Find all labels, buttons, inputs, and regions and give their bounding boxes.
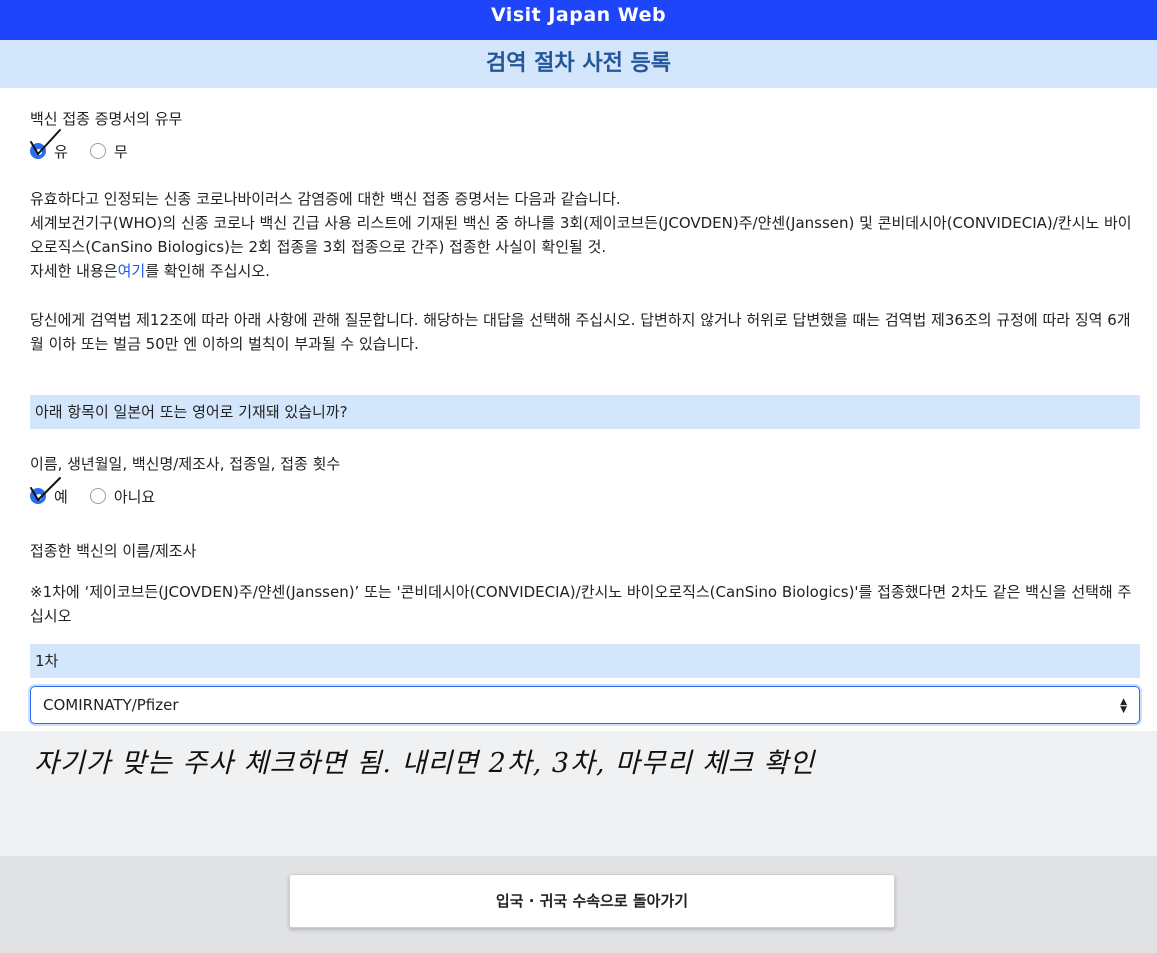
handwritten-note-area: 자기가 맞는 주사 체크하면 됨. 내리면 2차, 3차, 마무리 체크 확인 — [0, 731, 1157, 856]
language-question: 이름, 생년월일, 백신명/제조사, 접종일, 접종 횟수 — [30, 455, 341, 473]
vaccine-name-title: 접종한 백신의 이름/제조사 — [30, 542, 197, 560]
chevron-updown-icon: ▲ ▼ — [1120, 697, 1127, 715]
dose1-label: 1차 — [30, 644, 1140, 678]
legal-notice: 당신에게 검역법 제12조에 따라 아래 사항에 관해 질문합니다. 해당하는 … — [30, 311, 1131, 353]
footer: 입국 · 귀국 수속으로 돌아가기 — [0, 856, 1157, 953]
radio-no-language[interactable] — [89, 488, 106, 504]
details-link[interactable]: 여기 — [118, 262, 146, 280]
radio-label-no: 무 — [113, 142, 128, 161]
app-title-bar: Visit Japan Web — [0, 0, 1157, 40]
vaccine-name-note: ※1차에 ‘제이코브든(JCOVDEN)주/얀센(Janssen)’ 또는 '콘… — [30, 583, 1132, 625]
radio-no-certificate[interactable] — [89, 143, 106, 159]
info-line-1: 유효하다고 인정되는 신종 코로나바이러스 감염증에 대한 백신 접종 증명서는… — [30, 190, 621, 208]
handwritten-check-mark-1 — [30, 129, 61, 156]
handwritten-note: 자기가 맞는 주사 체크하면 됨. 내리면 2차, 3차, 마무리 체크 확인 — [34, 748, 816, 779]
dose1-selected-value: COMIRNATY/Pfizer — [43, 696, 179, 714]
handwritten-check-mark-2 — [30, 477, 61, 502]
info-more: 자세한 내용은여기를 확인해 주십시오. — [30, 259, 1140, 283]
info-more-prefix: 자세한 내용은 — [30, 262, 118, 280]
dose1-vaccine-select[interactable]: COMIRNATY/Pfizer ▲ ▼ — [30, 686, 1140, 724]
back-to-procedures-button[interactable]: 입국 · 귀국 수속으로 돌아가기 — [289, 874, 895, 928]
info-more-suffix: 를 확인해 주십시오. — [145, 262, 270, 280]
info-block: 유효하다고 인정되는 신종 코로나바이러스 감염증에 대한 백신 접종 증명서는… — [30, 187, 1140, 283]
radio-label-no-language: 아니요 — [113, 487, 156, 506]
language-section-title: 아래 항목이 일본어 또는 영어로 기재돼 있습니까? — [30, 395, 1140, 429]
page-title-bar: 검역 절차 사전 등록 — [0, 40, 1157, 88]
page-title: 검역 절차 사전 등록 — [486, 51, 671, 76]
info-line-2: 세계보건기구(WHO)의 신종 코로나 백신 긴급 사용 리스트에 기재된 백신… — [30, 214, 1132, 256]
app-title: Visit Japan Web — [490, 4, 667, 26]
